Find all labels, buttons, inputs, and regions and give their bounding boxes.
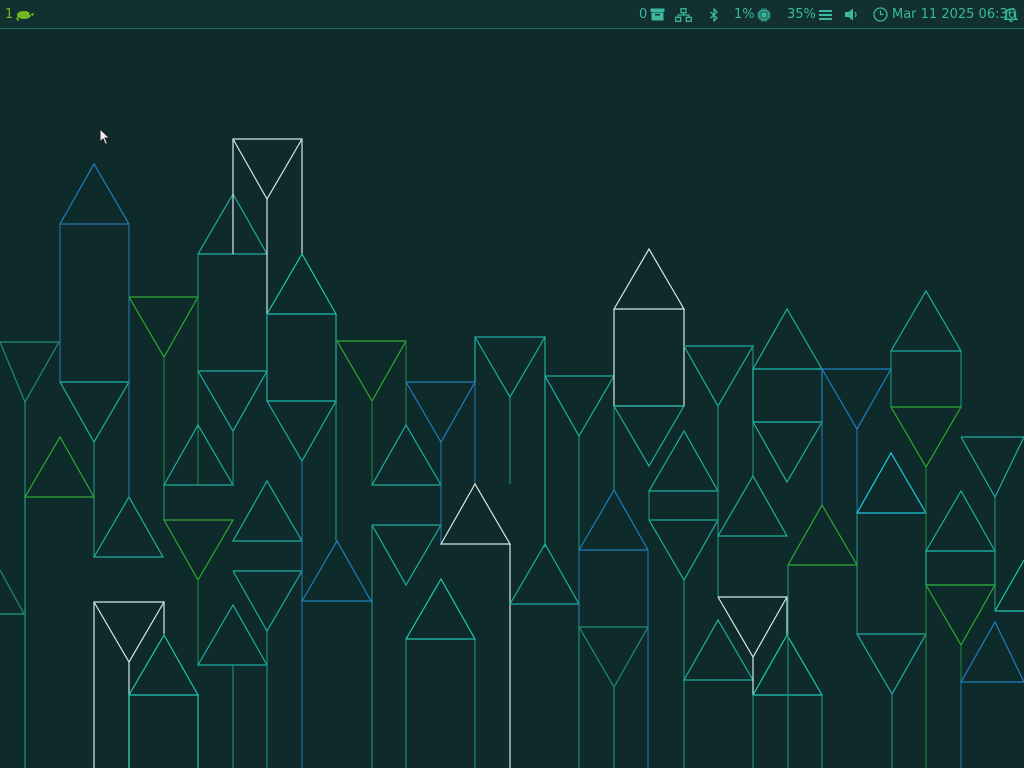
top-bar: 1 0 1% 35% Mar 11 2025 06:36 bbox=[0, 0, 1024, 29]
wallpaper-shape bbox=[127, 633, 200, 768]
memory-bars-icon bbox=[818, 9, 832, 21]
wallpaper-shape bbox=[821, 368, 928, 768]
speaker-icon bbox=[845, 8, 859, 21]
mouse-cursor bbox=[99, 127, 111, 150]
wallpaper-shape bbox=[474, 336, 581, 768]
desktop[interactable] bbox=[0, 30, 1024, 768]
wallpaper-shape bbox=[889, 289, 997, 768]
clock-icon bbox=[873, 7, 888, 22]
opensuse-chameleon-icon bbox=[15, 9, 35, 21]
archive-indicator[interactable]: 0 bbox=[639, 0, 665, 29]
wallpaper-shape bbox=[612, 247, 686, 407]
wallpaper-shape bbox=[0, 341, 61, 768]
volume-indicator[interactable] bbox=[845, 0, 859, 29]
wallpaper-shape bbox=[405, 381, 477, 544]
wallpaper-shape bbox=[613, 405, 755, 768]
cpu-indicator[interactable]: 1% bbox=[734, 0, 771, 29]
workspace-number: 1 bbox=[5, 7, 14, 22]
clock-text: Mar 11 2025 06:36 bbox=[892, 7, 1017, 22]
memory-value: 35% bbox=[787, 7, 816, 22]
network-icon bbox=[675, 7, 692, 22]
notifications-indicator[interactable] bbox=[1004, 0, 1018, 29]
wallpaper-shape bbox=[959, 436, 1024, 768]
wallpaper-shape bbox=[751, 307, 859, 768]
bluetooth-indicator[interactable] bbox=[709, 0, 719, 29]
bell-icon bbox=[1004, 7, 1018, 22]
network-indicator[interactable] bbox=[675, 0, 692, 29]
memory-indicator[interactable]: 35% bbox=[787, 0, 832, 29]
cpu-value: 1% bbox=[734, 7, 755, 22]
wallpaper-shape bbox=[336, 340, 477, 768]
clock-indicator[interactable]: Mar 11 2025 06:36 bbox=[873, 0, 1016, 29]
wallpaper-shape bbox=[232, 138, 303, 314]
bluetooth-icon bbox=[709, 7, 719, 22]
archive-count: 0 bbox=[639, 7, 648, 22]
cpu-chip-icon bbox=[757, 8, 771, 22]
wallpaper bbox=[0, 138, 1024, 768]
wallpaper-shape bbox=[265, 252, 373, 768]
workspace-indicator[interactable]: 1 bbox=[5, 0, 35, 29]
wallpaper-shape bbox=[683, 345, 789, 597]
archive-box-icon bbox=[650, 8, 665, 21]
